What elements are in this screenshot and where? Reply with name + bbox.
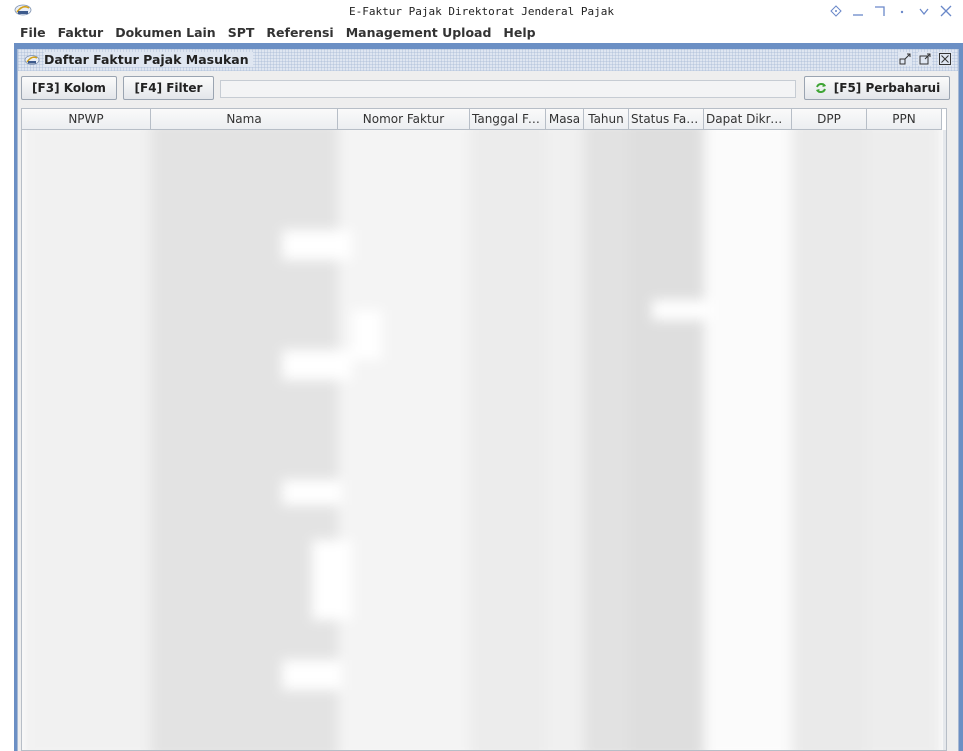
vertical-scrollbar[interactable] xyxy=(943,130,946,750)
iconify-icon[interactable] xyxy=(898,52,912,66)
column-header[interactable]: Nama xyxy=(151,109,338,130)
obscured-column xyxy=(629,130,704,750)
column-header[interactable]: Status Faktur xyxy=(629,109,704,130)
refresh-icon xyxy=(815,83,826,93)
obscured-patch xyxy=(652,300,712,320)
internal-frame-titlebar[interactable]: Daftar Faktur Pajak Masukan xyxy=(18,49,958,71)
close-icon[interactable] xyxy=(938,52,952,66)
kolom-button[interactable]: [F3] Kolom xyxy=(21,76,117,100)
column-header[interactable]: DPP xyxy=(792,109,867,130)
refresh-button[interactable]: [F5] Perbaharui xyxy=(804,76,950,100)
minimize-icon[interactable] xyxy=(851,4,865,18)
toolbar: [F3] Kolom [F4] Filter [F5] Perbaharui xyxy=(18,72,958,106)
column-header[interactable]: Tahun xyxy=(584,109,629,130)
menu-faktur[interactable]: Faktur xyxy=(52,25,110,40)
obscured-column xyxy=(704,130,792,750)
obscured-column xyxy=(792,130,867,750)
obscured-column xyxy=(22,130,151,750)
menu-spt[interactable]: SPT xyxy=(222,25,261,40)
window-titlebar: E-Faktur Pajak Direktorat Jenderal Pajak xyxy=(0,0,963,22)
obscured-column xyxy=(546,130,584,750)
internal-frame: Daftar Faktur Pajak Masukan [F3] Kolom [… xyxy=(17,49,959,751)
obscured-patch xyxy=(282,660,342,690)
filter-input[interactable] xyxy=(220,80,796,98)
column-header[interactable]: Dapat Dikredi... xyxy=(704,109,792,130)
obscured-column xyxy=(151,130,338,750)
obscured-patch xyxy=(352,310,382,360)
menu-bar: File Faktur Dokumen Lain SPT Referensi Manage… xyxy=(14,22,963,43)
efaktur-logo-icon xyxy=(24,55,40,65)
menu-help[interactable]: Help xyxy=(497,25,541,40)
kolom-button-label: [F3] Kolom xyxy=(32,81,106,95)
obscured-column xyxy=(470,130,546,750)
internal-frame-title: Daftar Faktur Pajak Masukan xyxy=(44,52,253,67)
column-header[interactable]: Nomor Faktur xyxy=(338,109,470,130)
refresh-button-label: [F5] Perbaharui xyxy=(833,81,941,95)
dot-icon[interactable] xyxy=(895,4,909,18)
faktur-table[interactable]: NPWP Nama Nomor Faktur Tanggal Fa... Masa Tah… xyxy=(21,108,947,751)
table-header: NPWP Nama Nomor Faktur Tanggal Fa... Masa Tah… xyxy=(22,109,942,130)
obscured-patch xyxy=(282,350,352,380)
column-header[interactable]: PPN xyxy=(867,109,942,130)
chevron-down-icon[interactable] xyxy=(917,4,931,18)
close-icon[interactable] xyxy=(939,4,953,18)
obscured-patch xyxy=(312,540,352,620)
menu-referensi[interactable]: Referensi xyxy=(260,25,339,40)
obscured-patch xyxy=(282,480,342,505)
obscured-column xyxy=(867,130,942,750)
obscured-column xyxy=(338,130,470,750)
menu-dokumen-lain[interactable]: Dokumen Lain xyxy=(109,25,222,40)
table-body-obscured[interactable] xyxy=(22,130,946,750)
filter-button[interactable]: [F4] Filter xyxy=(123,76,214,100)
filter-button-label: [F4] Filter xyxy=(134,81,203,95)
column-header[interactable]: Masa xyxy=(546,109,584,130)
column-header[interactable]: Tanggal Fa... xyxy=(470,109,546,130)
obscured-patch xyxy=(282,230,352,260)
column-header[interactable]: NPWP xyxy=(22,109,151,130)
window-title: E-Faktur Pajak Direktorat Jenderal Pajak xyxy=(349,5,614,18)
menu-file[interactable]: File xyxy=(14,25,52,40)
desktop-pane: Daftar Faktur Pajak Masukan [F3] Kolom [… xyxy=(14,43,963,751)
restore-icon[interactable] xyxy=(918,52,932,66)
maximize-icon[interactable] xyxy=(873,4,887,18)
menu-management-upload[interactable]: Management Upload xyxy=(340,25,498,40)
window-menu-icon[interactable] xyxy=(829,4,843,18)
obscured-column xyxy=(584,130,629,750)
